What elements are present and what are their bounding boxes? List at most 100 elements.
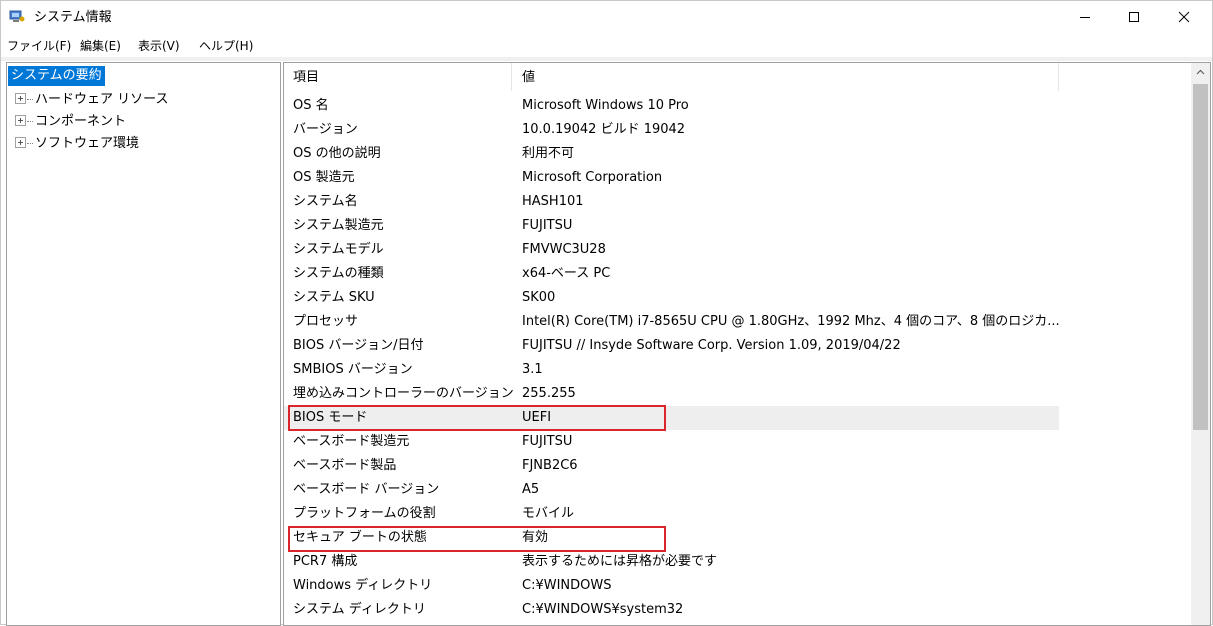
row-item-name: OS 製造元 — [293, 170, 355, 185]
row-item-value: FUJITSU — [522, 434, 573, 449]
table-row[interactable]: OS 製造元 Microsoft Corporation — [284, 166, 1059, 190]
minimize-button[interactable] — [1062, 1, 1108, 33]
menu-edit[interactable]: 編集(E) — [80, 38, 121, 54]
menu-separator — [1, 57, 1212, 61]
table-row[interactable]: システム ディレクトリ C:¥WINDOWS¥system32 — [284, 598, 1059, 622]
row-item-value: x64-ベース PC — [522, 266, 611, 281]
tree-item-software-environment[interactable]: ソフトウェア環境 — [15, 134, 139, 154]
column-divider[interactable] — [1058, 63, 1059, 91]
row-item-name: システムモデル — [293, 242, 384, 257]
row-item-value: 10.0.19042 ビルド 19042 — [522, 122, 686, 137]
expand-plus-icon[interactable] — [15, 93, 26, 104]
close-icon — [1178, 11, 1190, 23]
system-info-icon — [9, 10, 25, 22]
row-item-value: 表示するためには昇格が必要です — [522, 554, 718, 569]
row-item-value: A5 — [522, 482, 540, 497]
row-item-name: システム名 — [293, 194, 358, 209]
table-row[interactable]: システム製造元 FUJITSU — [284, 214, 1059, 238]
table-row[interactable]: ベースボード製造元 FUJITSU — [284, 430, 1059, 454]
row-item-name: ベースボード製品 — [293, 458, 397, 473]
menu-help[interactable]: ヘルプ(H) — [199, 38, 253, 54]
row-item-name: OS の他の説明 — [293, 146, 381, 161]
row-item-value: 3.1 — [522, 362, 543, 377]
table-row[interactable]: OS の他の説明 利用不可 — [284, 142, 1059, 166]
window-title: システム情報 — [34, 10, 112, 25]
table-row[interactable]: システム名 HASH101 — [284, 190, 1059, 214]
minimize-icon — [1080, 17, 1090, 18]
row-item-value: モバイル — [522, 506, 575, 521]
row-item-name: プロセッサ — [293, 314, 359, 329]
menu-file[interactable]: ファイル(F) — [7, 38, 71, 54]
title-bar[interactable]: システム情報 — [1, 1, 1212, 35]
menu-bar: ファイル(F) 編集(E) 表示(V) ヘルプ(H) — [1, 35, 1212, 57]
tree-item-system-summary[interactable]: システムの要約 — [8, 66, 105, 86]
column-divider[interactable] — [511, 63, 512, 91]
row-item-name: ベースボード製造元 — [293, 434, 410, 449]
row-item-name: システムの種類 — [293, 266, 384, 281]
table-row[interactable]: PCR7 構成 表示するためには昇格が必要です — [284, 550, 1059, 574]
table-row[interactable]: OS 名 Microsoft Windows 10 Pro — [284, 94, 1059, 118]
tree-connector — [27, 121, 33, 122]
row-item-value: SK00 — [522, 290, 556, 305]
table-row[interactable]: プラットフォームの役割 モバイル — [284, 502, 1059, 526]
row-item-name: Windows ディレクトリ — [293, 578, 433, 593]
vertical-scrollbar[interactable] — [1191, 63, 1210, 625]
scroll-thumb[interactable] — [1193, 84, 1208, 430]
tree-item-label: コンポーネント — [35, 114, 127, 129]
row-item-name: システム製造元 — [293, 218, 384, 233]
row-item-value: Intel(R) Core(TM) i7-8565U CPU @ 1.80GHz… — [522, 314, 1060, 329]
row-item-name: プラットフォームの役割 — [293, 506, 436, 521]
row-item-value: FUJITSU — [522, 218, 573, 233]
annotation-box-bios-mode — [288, 405, 666, 431]
system-information-window: システム情報 ファイル(F) 編集(E) 表示(V) ヘルプ(H) システムの要… — [0, 0, 1213, 626]
table-row[interactable]: SMBIOS バージョン 3.1 — [284, 358, 1059, 382]
scroll-up-button[interactable] — [1191, 63, 1210, 81]
table-row[interactable]: BIOS バージョン/日付 FUJITSU // Insyde Software … — [284, 334, 1059, 358]
row-item-name: システム ディレクトリ — [293, 602, 426, 617]
row-item-name: 埋め込みコントローラーのバージョン — [293, 386, 514, 401]
row-item-value: Microsoft Corporation — [522, 170, 663, 185]
column-header-value[interactable]: 値 — [522, 70, 535, 86]
close-button[interactable] — [1161, 1, 1207, 33]
annotation-box-secure-boot — [288, 526, 666, 552]
row-item-value: 利用不可 — [522, 146, 575, 161]
table-row[interactable]: プロセッサ Intel(R) Core(TM) i7-8565U CPU @ 1.… — [284, 310, 1060, 334]
row-item-name: ベースボード バージョン — [293, 482, 440, 497]
table-row[interactable]: システムモデル FMVWC3U28 — [284, 238, 1059, 262]
tree-item-components[interactable]: コンポーネント — [15, 112, 126, 132]
column-header-item[interactable]: 項目 — [293, 70, 319, 86]
row-item-name: SMBIOS バージョン — [293, 362, 413, 377]
row-item-name: システム SKU — [293, 290, 375, 305]
menu-view[interactable]: 表示(V) — [138, 38, 180, 54]
tree-item-label: ソフトウェア環境 — [35, 136, 140, 151]
summary-list[interactable]: 項目 値 OS 名 Microsoft Windows 10 Pro バージョン 10… — [283, 62, 1211, 626]
row-item-name: PCR7 構成 — [293, 554, 358, 569]
table-row[interactable]: システムの種類 x64-ベース PC — [284, 262, 1059, 286]
table-row[interactable]: Windows ディレクトリ C:¥WINDOWS — [284, 574, 1059, 598]
tree-item-label: ハードウェア リソース — [35, 92, 169, 107]
row-item-value: HASH101 — [522, 194, 584, 209]
table-row[interactable]: ベースボード製品 FJNB2C6 — [284, 454, 1059, 478]
row-item-name: OS 名 — [293, 98, 329, 113]
row-item-value: FMVWC3U28 — [522, 242, 606, 257]
scroll-up-arrow-icon — [1196, 69, 1205, 75]
row-item-name: バージョン — [293, 122, 358, 137]
table-row[interactable]: システム SKU SK00 — [284, 286, 1059, 310]
expand-plus-icon[interactable] — [15, 115, 26, 126]
column-header: 項目 値 — [284, 63, 1059, 91]
tree-item-hardware-resources[interactable]: ハードウェア リソース — [15, 90, 168, 110]
row-item-value: Microsoft Windows 10 Pro — [522, 98, 689, 113]
table-row[interactable]: 埋め込みコントローラーのバージョン 255.255 — [284, 382, 1059, 406]
row-item-value: C:¥WINDOWS — [522, 578, 612, 593]
table-row[interactable]: ベースボード バージョン A5 — [284, 478, 1059, 502]
table-row[interactable]: バージョン 10.0.19042 ビルド 19042 — [284, 118, 1059, 142]
row-item-value: 255.255 — [522, 386, 576, 401]
expand-plus-icon[interactable] — [15, 137, 26, 148]
tree-connector — [27, 143, 33, 144]
tree-connector — [27, 99, 33, 100]
row-item-value: C:¥WINDOWS¥system32 — [522, 602, 684, 617]
maximize-icon — [1129, 12, 1139, 22]
maximize-button[interactable] — [1111, 1, 1157, 33]
category-tree[interactable]: システムの要約 ハードウェア リソース コンポーネント ソフトウェア環境 — [6, 62, 281, 626]
row-item-value: FUJITSU // Insyde Software Corp. Version… — [522, 338, 901, 353]
